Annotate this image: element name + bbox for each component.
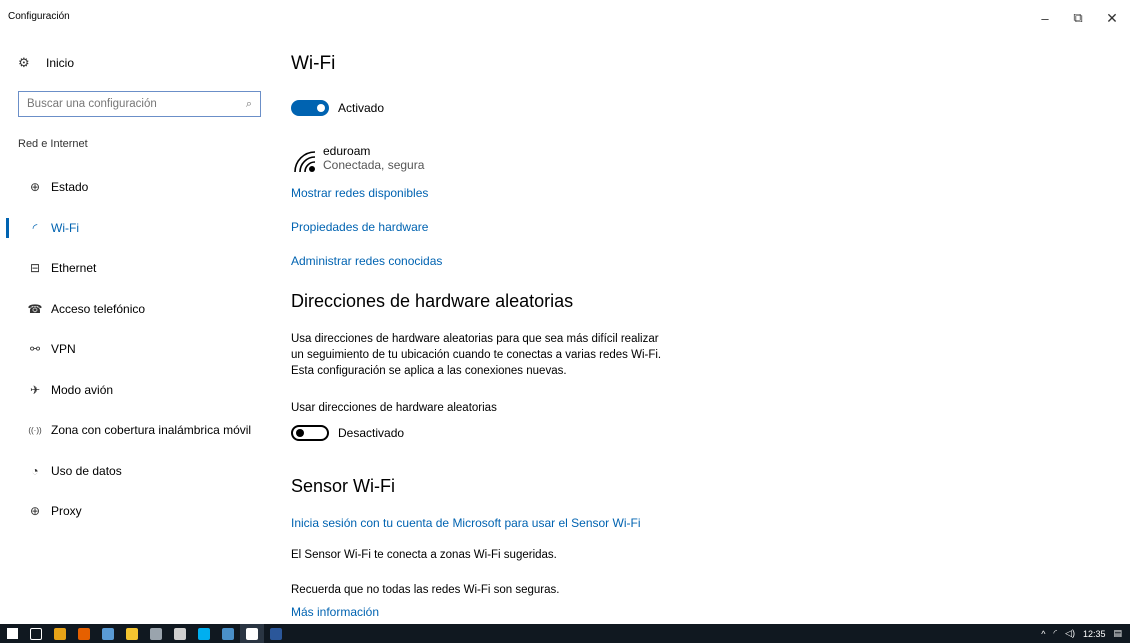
hardware-properties-link[interactable]: Propiedades de hardware [291, 220, 428, 234]
tray-chevron-icon[interactable]: ^ [1041, 629, 1045, 639]
sidebar-item-label: Proxy [51, 504, 82, 519]
taskbar-apps [0, 624, 288, 643]
file-explorer-icon[interactable] [120, 624, 144, 643]
data-usage-icon: ◔ [31, 463, 39, 478]
sidebar-item-label: Uso de datos [51, 463, 122, 478]
proxy-globe-icon: ⊕ [29, 504, 41, 519]
sensor-text-1: El Sensor Wi-Fi te conecta a zonas Wi-Fi… [291, 549, 557, 561]
sidebar-nav: ⊕ Estado ◜ Wi-Fi ⊟ Ethernet ☎ Acceso telefónico… [0, 167, 275, 532]
sensor-text-2: Recuerda que no todas las redes Wi-Fi so… [291, 584, 560, 596]
show-networks-link[interactable]: Mostrar redes disponibles [291, 186, 428, 200]
ethernet-icon: ⊟ [29, 261, 41, 276]
paint-icon[interactable] [96, 624, 120, 643]
system-tray: ^ ◜ ◁) 12:35 ▤ [1037, 624, 1130, 643]
search-input[interactable] [27, 98, 246, 110]
taskbar: ^ ◜ ◁) 12:35 ▤ [0, 624, 1130, 643]
wifi-icon: ◜ [32, 220, 38, 235]
start-icon[interactable] [0, 624, 24, 643]
globe-icon: ⊕ [29, 180, 41, 195]
hotspot-icon: ((·)) [28, 425, 42, 435]
search-icon[interactable]: ⌕ [246, 98, 252, 111]
airplane-icon: ✈ [29, 382, 41, 397]
sidebar-item-wi-fi[interactable]: ◜ Wi-Fi [0, 208, 275, 249]
window-title: Configuración [8, 11, 70, 22]
random-hw-setting-label: Usar direcciones de hardware aleatorias [291, 402, 497, 414]
minimize-button[interactable]: – [1030, 8, 1060, 28]
title-bar: Configuración – ⧉ ✕ [0, 0, 1130, 34]
search-box[interactable]: ⌕ [18, 91, 261, 117]
skype-icon[interactable] [192, 624, 216, 643]
wifi-toggle-label: Activado [338, 101, 385, 115]
sidebar-item-label: Wi-Fi [51, 220, 79, 235]
sidebar-item-estado[interactable]: ⊕ Estado [0, 167, 275, 208]
sidebar-item-label: Zona con cobertura inalámbrica móvil [51, 423, 252, 438]
word-icon[interactable] [264, 624, 288, 643]
firefox-icon[interactable] [72, 624, 96, 643]
sidebar-item-proxy[interactable]: ⊕ Proxy [0, 491, 275, 532]
manage-networks-link[interactable]: Administrar redes conocidas [291, 254, 442, 268]
wifi-toggle-row: Activado [291, 100, 384, 116]
settings-taskbar-icon[interactable] [240, 624, 264, 643]
wifi-toggle[interactable] [291, 100, 329, 116]
vpn-shield-icon[interactable] [168, 624, 192, 643]
sidebar-item-vpn[interactable]: ⚯ VPN [0, 329, 275, 370]
sidebar: ⚙ Inicio ⌕ Red e Internet ⊕ Estado ◜ Wi-Fi ⊟… [0, 34, 275, 624]
sidebar-item-zona-con-cobertura-inalámbrica-móvil[interactable]: ((·)) Zona con cobertura inalámbrica móvi… [0, 410, 275, 451]
taskbar-app-icon[interactable] [216, 624, 240, 643]
network-status: Conectada, segura [323, 158, 425, 172]
sidebar-item-label: Estado [51, 180, 89, 195]
home-nav-item[interactable]: ⚙ Inicio [18, 55, 74, 71]
random-hw-toggle[interactable] [291, 425, 329, 441]
chrome-icon[interactable] [48, 624, 72, 643]
dialup-icon: ☎ [27, 301, 43, 316]
random-hw-toggle-row: Desactivado [291, 425, 404, 441]
tray-network-icon[interactable]: ◜ [1054, 628, 1058, 639]
random-hw-description: Usa direcciones de hardware aleatorias p… [291, 333, 662, 377]
connected-network[interactable]: eduroam Conectada, segura [291, 144, 424, 174]
sidebar-item-label: Ethernet [51, 261, 97, 276]
page-title: Wi-Fi [291, 53, 336, 74]
section-label: Red e Internet [18, 138, 88, 150]
sensor-heading: Sensor Wi-Fi [291, 476, 396, 496]
terminal-icon[interactable] [144, 624, 168, 643]
sidebar-item-uso-de-datos[interactable]: ◔ Uso de datos [0, 451, 275, 492]
tray-clock[interactable]: 12:35 [1083, 629, 1106, 639]
gear-icon: ⚙ [18, 55, 30, 70]
sidebar-item-ethernet[interactable]: ⊟ Ethernet [0, 248, 275, 289]
task-view-icon[interactable] [24, 624, 48, 643]
main-content: Wi-Fi Activado eduroam Conectada, segura… [291, 34, 1111, 624]
random-hw-heading: Direcciones de hardware aleatorias [291, 291, 574, 311]
sidebar-item-label: Acceso telefónico [51, 301, 146, 316]
random-hw-toggle-label: Desactivado [338, 426, 405, 440]
close-button[interactable]: ✕ [1097, 8, 1127, 28]
maximize-button[interactable]: ⧉ [1063, 8, 1093, 28]
more-info-link[interactable]: Más información [291, 605, 379, 619]
sidebar-item-label: VPN [51, 342, 76, 357]
action-center-icon[interactable]: ▤ [1113, 628, 1122, 639]
wifi-signal-icon [294, 151, 316, 173]
sensor-signin-link[interactable]: Inicia sesión con tu cuenta de Microsoft… [291, 516, 641, 530]
tray-volume-icon[interactable]: ◁) [1065, 628, 1075, 639]
sidebar-item-label: Modo avión [51, 382, 114, 397]
sidebar-item-modo-avión[interactable]: ✈ Modo avión [0, 370, 275, 411]
network-name: eduroam [323, 144, 371, 158]
vpn-icon: ⚯ [29, 342, 41, 357]
home-label: Inicio [46, 56, 75, 70]
sidebar-item-acceso-telefónico[interactable]: ☎ Acceso telefónico [0, 289, 275, 330]
